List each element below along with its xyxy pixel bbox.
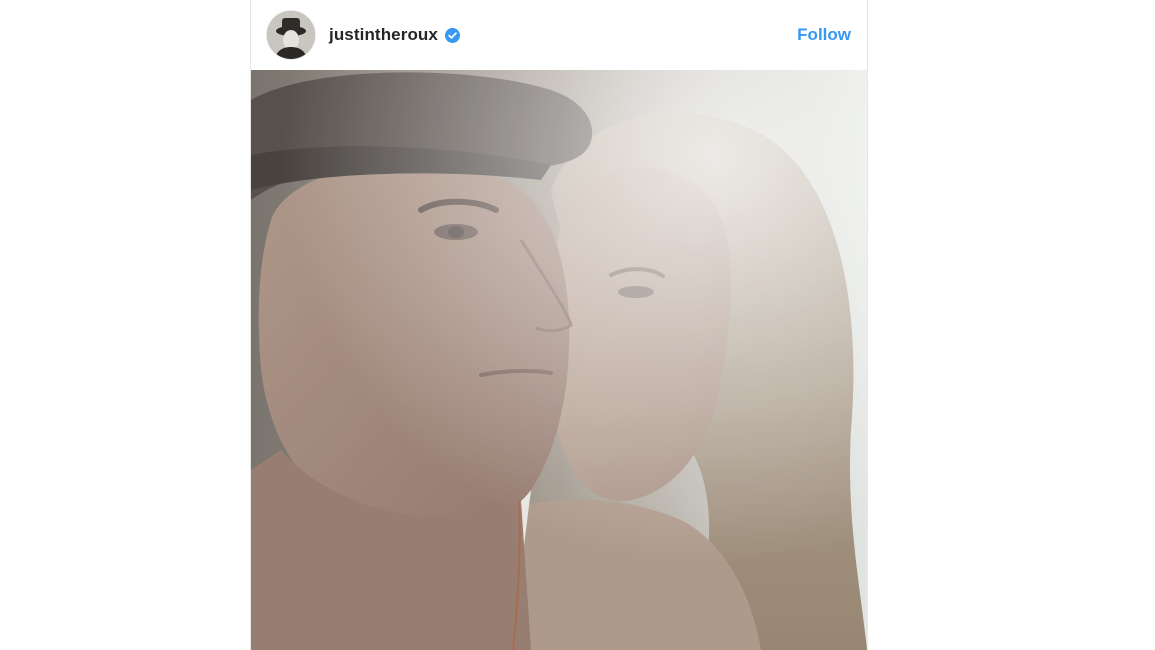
page: justintheroux Follow <box>0 0 1155 650</box>
avatar-image <box>267 11 315 59</box>
profile-avatar[interactable] <box>267 11 315 59</box>
post-photo[interactable] <box>251 70 867 650</box>
post-photo-image <box>251 70 867 650</box>
post-username[interactable]: justintheroux <box>329 25 438 45</box>
post-header: justintheroux Follow <box>251 0 867 70</box>
follow-button[interactable]: Follow <box>797 25 851 45</box>
instagram-post-embed: justintheroux Follow <box>250 0 868 650</box>
verified-badge-icon <box>444 27 460 43</box>
